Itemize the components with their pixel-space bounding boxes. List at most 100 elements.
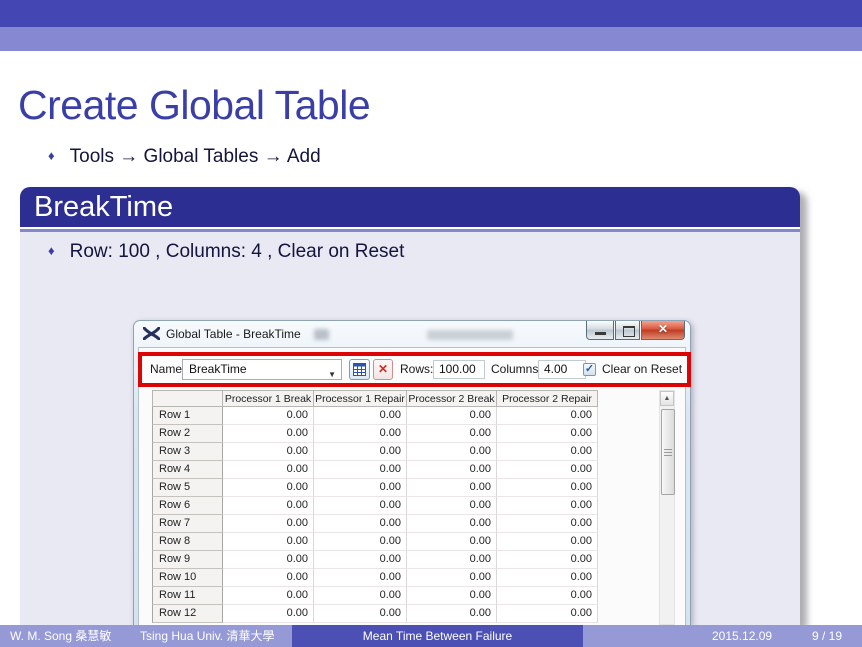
table-cell[interactable]: 0.00 [223,461,314,479]
row-header[interactable]: Row 3 [152,443,223,461]
table-row: Row 100.000.000.000.00 [152,569,598,587]
table-cell[interactable]: 0.00 [223,425,314,443]
page-title: Create Global Table [18,82,370,129]
footer-center-title: Mean Time Between Failure [363,629,512,643]
footer-affiliation: Tsing Hua Univ. 清華大學 [140,625,274,647]
table-row: Row 70.000.000.000.00 [152,515,598,533]
slide: Create Global Table ♦Tools → Global Tabl… [0,0,862,647]
table-cell[interactable]: 0.00 [497,497,598,515]
row-header[interactable]: Row 4 [152,461,223,479]
table-cell[interactable]: 0.00 [407,425,497,443]
column-header[interactable]: Processor 2 Break [407,390,497,407]
rows-input[interactable]: 100.00 [433,360,485,379]
column-header[interactable]: Processor 1 Repair [314,390,407,407]
table-cell[interactable]: 0.00 [407,443,497,461]
table-cell[interactable]: 0.00 [407,497,497,515]
bullet-diamond-icon: ♦ [48,148,55,163]
table-cell[interactable]: 0.00 [314,515,407,533]
maximize-icon [623,326,635,337]
dialog-content: Name: BreakTime ▼ ✕ Rows: 10 [138,347,686,625]
blurred-watermark [427,330,513,340]
scrollbar-thumb[interactable] [661,409,675,495]
table-cell[interactable]: 0.00 [497,425,598,443]
table-cell[interactable]: 0.00 [497,443,598,461]
table-cell[interactable]: 0.00 [223,479,314,497]
table-cell[interactable]: 0.00 [497,587,598,605]
footer-author: W. M. Song 桑慧敏 [10,625,111,647]
table-cell[interactable]: 0.00 [497,461,598,479]
columns-value: 4.00 [544,362,567,376]
table-row: Row 60.000.000.000.00 [152,497,598,515]
close-button[interactable]: ✕ [641,321,685,340]
table-cell[interactable]: 0.00 [314,407,407,425]
table-cell[interactable]: 0.00 [407,515,497,533]
columns-input[interactable]: 4.00 [538,360,586,379]
row-header[interactable]: Row 5 [152,479,223,497]
row-header[interactable]: Row 6 [152,497,223,515]
table-cell[interactable]: 0.00 [314,605,407,623]
table-cell[interactable]: 0.00 [407,479,497,497]
grid-tool-button[interactable] [349,359,370,380]
table-cell[interactable]: 0.00 [407,551,497,569]
table-cell[interactable]: 0.00 [223,515,314,533]
row-header[interactable]: Row 10 [152,569,223,587]
row-header[interactable]: Row 9 [152,551,223,569]
table-rows: Row 10.000.000.000.00Row 20.000.000.000.… [152,407,598,623]
global-table-grid: Processor 1 Break Processor 1 Repair Pro… [152,390,598,623]
table-cell[interactable]: 0.00 [407,533,497,551]
table-cell[interactable]: 0.00 [407,605,497,623]
table-cell[interactable]: 0.00 [314,533,407,551]
maximize-button[interactable] [615,321,640,340]
row-header[interactable]: Row 2 [152,425,223,443]
table-cell[interactable]: 0.00 [223,443,314,461]
table-cell[interactable]: 0.00 [223,587,314,605]
row-header[interactable]: Row 7 [152,515,223,533]
row-header[interactable]: Row 12 [152,605,223,623]
dialog-titlebar[interactable]: Global Table - BreakTime ✕ [134,321,690,347]
table-cell[interactable]: 0.00 [314,479,407,497]
red-highlight-toolbar: Name: BreakTime ▼ ✕ Rows: 10 [138,352,691,387]
table-cell[interactable]: 0.00 [223,605,314,623]
minimize-button[interactable] [586,321,614,340]
table-cell[interactable]: 0.00 [497,407,598,425]
table-cell[interactable]: 0.00 [497,533,598,551]
table-cell[interactable]: 0.00 [223,551,314,569]
table-cell[interactable]: 0.00 [314,461,407,479]
table-name-combobox[interactable]: BreakTime ▼ [182,359,342,380]
clear-on-reset-checkbox[interactable]: ✓ [583,363,596,376]
table-cell[interactable]: 0.00 [497,515,598,533]
column-header[interactable]: Processor 2 Repair [497,390,598,407]
row-header[interactable]: Row 11 [152,587,223,605]
table-cell[interactable]: 0.00 [314,569,407,587]
table-cell[interactable]: 0.00 [407,569,497,587]
table-row: Row 80.000.000.000.00 [152,533,598,551]
table-cell[interactable]: 0.00 [497,569,598,587]
bullet-table-settings: ♦Row: 100 , Columns: 4 , Clear on Reset [48,241,404,263]
table-name-value: BreakTime [189,362,247,376]
vertical-scrollbar[interactable]: ▲ [659,390,675,625]
table-cell[interactable]: 0.00 [223,569,314,587]
dialog-title: Global Table - BreakTime [166,327,301,341]
table-cell[interactable]: 0.00 [407,407,497,425]
table-cell[interactable]: 0.00 [223,497,314,515]
table-cell[interactable]: 0.00 [407,587,497,605]
table-cell[interactable]: 0.00 [223,407,314,425]
table-cell[interactable]: 0.00 [497,605,598,623]
table-cell[interactable]: 0.00 [314,551,407,569]
delete-table-button[interactable]: ✕ [373,359,393,380]
table-cell[interactable]: 0.00 [407,461,497,479]
column-header[interactable]: Processor 1 Break [223,390,314,407]
table-cell[interactable]: 0.00 [314,587,407,605]
row-header[interactable]: Row 8 [152,533,223,551]
table-cell[interactable]: 0.00 [497,551,598,569]
chevron-down-icon[interactable]: ▼ [328,365,336,384]
table-cell[interactable]: 0.00 [314,443,407,461]
table-cell[interactable]: 0.00 [223,533,314,551]
table-row: Row 90.000.000.000.00 [152,551,598,569]
table-cell[interactable]: 0.00 [314,425,407,443]
table-cell[interactable]: 0.00 [314,497,407,515]
table-cell[interactable]: 0.00 [497,479,598,497]
scroll-up-button[interactable]: ▲ [660,391,674,406]
row-header[interactable]: Row 1 [152,407,223,425]
bullet-diamond-icon: ♦ [48,243,55,258]
